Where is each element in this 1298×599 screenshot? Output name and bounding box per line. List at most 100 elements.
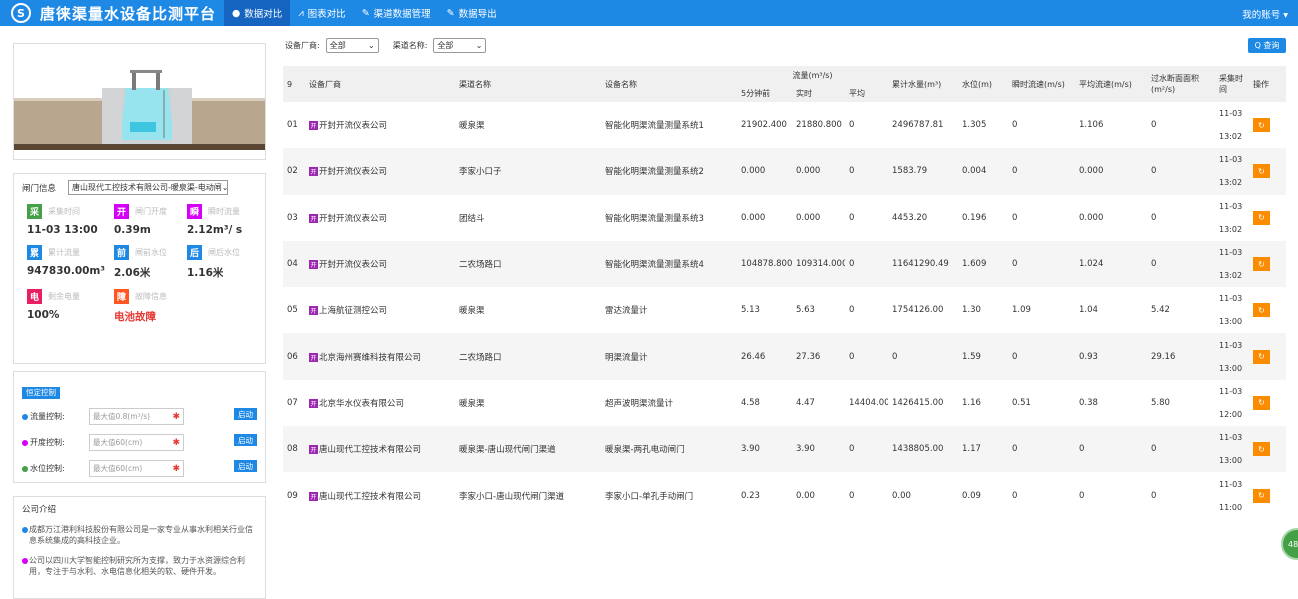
- inst_v-cell: 0: [1012, 444, 1018, 455]
- flow_avg-cell: 0: [849, 305, 855, 316]
- control-row: 开度控制: 最大值60(cm) ✱ 启动: [22, 434, 257, 451]
- gate-select[interactable]: 唐山现代工控技术有限公司-暖泉渠-电动闸 ⌄: [68, 180, 229, 195]
- time-cell: 11-03 13:00: [1215, 333, 1249, 379]
- control-input[interactable]: 最大值0.8(m³/s) ✱: [89, 408, 184, 425]
- control-label: 流量控制:: [30, 412, 65, 421]
- dot-icon: ●: [232, 7, 241, 19]
- vendor-name: 唐山现代工控技术有限公司: [319, 491, 422, 502]
- stat-label-text: 闸后水位: [208, 248, 240, 257]
- refresh-icon[interactable]: ↻: [1253, 164, 1271, 179]
- avg_v-cell: 1.04: [1079, 305, 1098, 316]
- device-cell: 智能化明渠流量测量系统3: [605, 213, 704, 224]
- vendor-badge-icon: 开: [309, 121, 318, 131]
- op-cell: ↻: [1249, 241, 1286, 287]
- level-cell: 1.17: [962, 444, 981, 455]
- dot-icon: [22, 558, 28, 564]
- op-cell: ↻: [1249, 195, 1286, 241]
- vendor-name: 北京华水仪表有限公司: [319, 398, 405, 409]
- control-label: 水位控制:: [30, 464, 65, 473]
- control-row: 水位控制: 最大值60(cm) ✱ 启动: [22, 460, 257, 477]
- stat-label: 前闸前水位: [114, 245, 187, 260]
- col-device: 设备名称: [605, 79, 637, 89]
- stat-cell: 瞬瞬时流量 2.12m³/ s: [187, 204, 267, 242]
- float-badge[interactable]: 48: [1281, 528, 1298, 560]
- start-button[interactable]: 启动: [234, 434, 257, 446]
- avg_v-cell: 0: [1079, 444, 1085, 455]
- stat-label-text: 剩余电量: [48, 292, 80, 301]
- refresh-icon[interactable]: ↻: [1253, 395, 1271, 410]
- nav-label: 渠道数据管理: [373, 9, 431, 20]
- flow5-cell: 0.000: [741, 166, 766, 177]
- col-flow-now: 实时: [796, 88, 812, 98]
- vendor-select[interactable]: 全部 ⌄: [325, 38, 379, 53]
- stat-value: 11-03 13:00: [27, 224, 98, 236]
- dot-icon: [22, 465, 28, 472]
- start-button[interactable]: 启动: [234, 460, 257, 472]
- row-number: 09: [287, 490, 298, 501]
- nav-item-data-export[interactable]: ✎ 数据导出: [439, 0, 505, 26]
- flow_now-cell: 21880.800: [796, 120, 842, 131]
- time-cell: 11-03 13:02: [1215, 102, 1249, 148]
- flow5-cell: 4.58: [741, 397, 760, 408]
- channel-filter-label: 渠道名称:: [392, 41, 428, 50]
- col-avg-velocity: 平均流速(m/s): [1079, 79, 1132, 89]
- chevron-down-icon: ⌄: [368, 41, 375, 50]
- vendor-badge-icon: 开: [309, 213, 318, 223]
- op-cell: ↻: [1249, 426, 1286, 472]
- query-button[interactable]: Q 查询: [1248, 38, 1286, 53]
- avg_v-cell: 0.000: [1079, 212, 1104, 223]
- refresh-icon[interactable]: ↻: [1253, 442, 1271, 457]
- vendor-name: 唐山现代工控技术有限公司: [319, 445, 422, 456]
- time-cell: 11-03 13:00: [1215, 287, 1249, 333]
- flow_avg-cell: 0: [849, 351, 855, 362]
- inst_v-cell: 0: [1012, 166, 1018, 177]
- cum-cell: 4453.20: [892, 212, 928, 223]
- stat-value: 2.12m³/ s: [187, 224, 243, 236]
- time-cell: 11-03 12:00: [1215, 380, 1249, 426]
- nav-item-channel-manage[interactable]: ✎ 渠道数据管理: [354, 0, 439, 26]
- gate-info-label: 闸门信息: [22, 183, 57, 194]
- refresh-icon[interactable]: ↻: [1253, 257, 1271, 272]
- refresh-icon[interactable]: ↻: [1253, 210, 1271, 225]
- refresh-icon[interactable]: ↻: [1253, 118, 1271, 133]
- refresh-icon[interactable]: ↻: [1253, 303, 1271, 318]
- control-label: 开度控制:: [30, 438, 65, 447]
- stat-badge-icon: 采: [27, 204, 42, 219]
- nav-item-chart-compare[interactable]: ⩘ 图表对比: [290, 0, 353, 26]
- required-icon: ✱: [172, 411, 180, 422]
- channel-select[interactable]: 全部 ⌄: [433, 38, 487, 53]
- device-cell: 李家小口-单孔手动闸门: [605, 491, 694, 502]
- channel-cross-section-image: [14, 44, 265, 159]
- inst_v-cell: 1.09: [1012, 305, 1031, 316]
- logo-icon: S: [11, 3, 31, 23]
- col-channel: 渠道名称: [459, 79, 491, 89]
- col-cumulative: 累计水量(m³): [892, 79, 942, 89]
- time-clock: 12:00: [1219, 409, 1243, 419]
- flow_avg-cell: 0: [849, 212, 855, 223]
- company-intro-title: 公司介绍: [22, 505, 57, 515]
- control-input[interactable]: 最大值60(cm) ✱: [89, 434, 184, 451]
- start-button[interactable]: 启动: [234, 408, 257, 420]
- time-date: 11-03: [1219, 248, 1243, 258]
- chevron-down-icon: ⌄: [475, 41, 483, 50]
- control-input[interactable]: 最大值60(cm) ✱: [89, 460, 184, 477]
- table-row: 08 开唐山现代工控技术有限公司 暖泉渠-唐山现代闸门渠道 暖泉渠-两孔电动闸门 3.9…: [283, 426, 1287, 473]
- vendor-badge-icon: 开: [309, 398, 318, 408]
- area-cell: 0: [1151, 444, 1157, 455]
- level-cell: 1.59: [962, 351, 981, 362]
- row-number: 03: [287, 212, 298, 223]
- nav-item-data-compare[interactable]: ● 数据对比: [224, 0, 291, 26]
- vendor-badge-icon: 开: [309, 445, 318, 455]
- area-cell: 0: [1151, 490, 1157, 501]
- constant-control-tab[interactable]: 恒定控制: [22, 386, 60, 399]
- refresh-icon[interactable]: ↻: [1253, 349, 1271, 364]
- device-cell: 智能化明渠流量测量系统4: [605, 260, 704, 271]
- account-menu[interactable]: 我的账号 ▾: [1242, 7, 1288, 21]
- col-flow-avg: 平均: [849, 88, 865, 98]
- channel-cell: 暖泉渠: [459, 121, 485, 132]
- flow5-cell: 0.000: [741, 212, 766, 223]
- area-cell: 0: [1151, 212, 1157, 223]
- stat-label-text: 闸门开度: [135, 207, 167, 216]
- refresh-icon[interactable]: ↻: [1253, 488, 1271, 503]
- stat-value: 947830.00m³: [27, 265, 105, 277]
